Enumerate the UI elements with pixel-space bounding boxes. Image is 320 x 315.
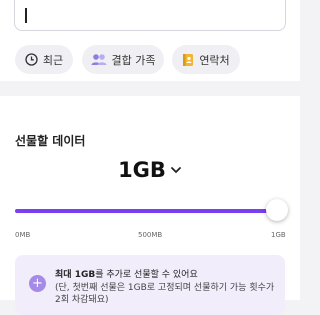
slider-mid-label: 500MB [138,231,163,239]
slider-min-label: 0MB [15,231,31,239]
slider-fill [15,209,277,213]
filter-chip-recent[interactable]: 최근 [15,45,73,74]
search-input[interactable] [14,0,286,31]
amount-value: 1GB [118,158,166,182]
gift-data-panel: 선물할 데이터 1GB 0MB 500MB 1GB + 최대 1GB를 추가로 … [0,96,300,315]
notice-line-1: 최대 1GB를 추가로 선물할 수 있어요 [55,267,198,280]
filter-chip-family[interactable]: 결합 가족 [82,45,164,74]
chevron-down-icon [170,164,182,176]
plus-icon: + [29,275,46,292]
amount-selector[interactable]: 1GB [0,154,300,186]
clock-icon [25,53,38,66]
notice-highlight: 최대 1GB [55,270,96,280]
filter-chip-label: 연락처 [199,53,230,67]
people-icon [91,53,107,66]
top-section: 최근 결합 가족 연락처 [0,0,300,81]
contacts-book-icon [182,53,194,67]
slider-max-label: 1GB [271,231,286,239]
filter-chip-contacts[interactable]: 연락처 [172,45,240,74]
notice-line-3: 2회 차감돼요) [55,295,109,305]
section-title: 선물할 데이터 [15,134,86,148]
filter-chip-label: 최근 [42,53,64,67]
notice-line-1-rest: 를 추가로 선물할 수 있어요 [95,270,198,280]
text-cursor [25,8,27,23]
gift-limit-notice: + 최대 1GB를 추가로 선물할 수 있어요 (단, 첫번째 선물은 1GB로… [15,255,285,315]
data-amount-slider[interactable] [15,199,288,221]
filter-chip-label: 결합 가족 [111,53,156,67]
slider-thumb[interactable] [266,199,288,221]
